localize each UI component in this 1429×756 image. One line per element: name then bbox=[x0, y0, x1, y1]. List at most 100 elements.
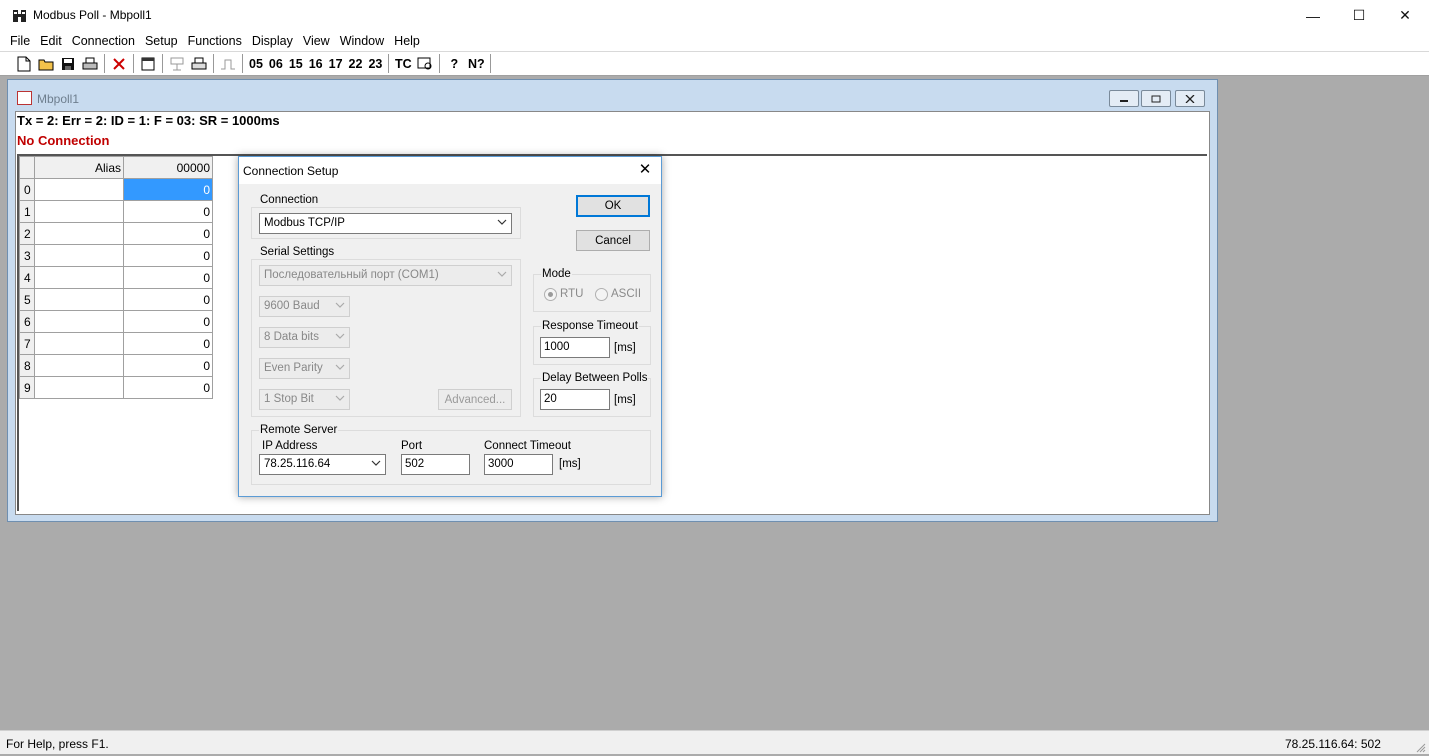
port-input[interactable]: 502 bbox=[401, 454, 470, 475]
monitor-icon[interactable] bbox=[414, 54, 436, 74]
child-close-button[interactable] bbox=[1175, 90, 1205, 107]
value-cell[interactable]: 0 bbox=[123, 288, 213, 311]
value-cell[interactable]: 0 bbox=[123, 376, 213, 399]
response-timeout-input[interactable]: 1000 bbox=[540, 337, 610, 358]
save-icon[interactable] bbox=[57, 54, 79, 74]
connection-type-select[interactable]: Modbus TCP/IP bbox=[259, 213, 512, 234]
menu-functions[interactable]: Functions bbox=[188, 34, 242, 48]
tc-button[interactable]: TC bbox=[392, 54, 414, 74]
resize-grip-icon[interactable] bbox=[1416, 742, 1426, 753]
value-cell[interactable]: 0 bbox=[123, 310, 213, 333]
parity-select[interactable]: Even Parity bbox=[259, 358, 350, 379]
data-bits-select[interactable]: 8 Data bits bbox=[259, 327, 350, 348]
function-22-button[interactable]: 22 bbox=[346, 57, 366, 71]
value-cell[interactable]: 0 bbox=[123, 354, 213, 377]
connection-status: No Connection bbox=[17, 133, 110, 148]
value-cell[interactable]: 0 bbox=[123, 332, 213, 355]
context-help-icon[interactable]: N? bbox=[465, 54, 487, 74]
table-row: 00 bbox=[19, 178, 213, 201]
toolbar-separator bbox=[162, 54, 163, 73]
value-cell[interactable]: 0 bbox=[123, 200, 213, 223]
mode-rtu-radio[interactable] bbox=[544, 288, 557, 301]
window-icon[interactable] bbox=[137, 54, 159, 74]
menu-edit[interactable]: Edit bbox=[40, 34, 62, 48]
new-document-icon[interactable] bbox=[13, 54, 35, 74]
advanced-button[interactable]: Advanced... bbox=[438, 389, 512, 410]
dialog-close-icon[interactable]: ✕ bbox=[635, 160, 655, 180]
status-address: 78.25.116.64: 502 bbox=[1285, 737, 1381, 751]
printer-connect-icon[interactable] bbox=[188, 54, 210, 74]
value-cell[interactable]: 0 bbox=[123, 266, 213, 289]
connect-timeout-unit: [ms] bbox=[559, 458, 581, 470]
mdi-client-area: Mbpoll1 Tx = 2: Err = 2: ID = 1: F = 03:… bbox=[0, 77, 1429, 730]
toolbar-separator bbox=[439, 54, 441, 73]
menu-view[interactable]: View bbox=[303, 34, 330, 48]
port-label: Port bbox=[401, 440, 423, 452]
menu-help[interactable]: Help bbox=[394, 34, 420, 48]
value-cell[interactable]: 0 bbox=[123, 178, 213, 201]
connection-group-label: Connection bbox=[259, 194, 320, 206]
chevron-down-icon bbox=[335, 393, 345, 403]
function-06-button[interactable]: 06 bbox=[266, 57, 286, 71]
print-icon[interactable] bbox=[79, 54, 101, 74]
child-restore-button[interactable] bbox=[1141, 90, 1171, 107]
connect-icon[interactable] bbox=[166, 54, 188, 74]
table-row: 40 bbox=[19, 266, 213, 289]
remote-server-label: Remote Server bbox=[259, 424, 339, 436]
menu-connection[interactable]: Connection bbox=[72, 34, 135, 48]
alias-cell[interactable] bbox=[34, 222, 124, 245]
title-bar: Modbus Poll - Mbpoll1 — ☐ ✕ bbox=[0, 0, 1429, 31]
alias-cell[interactable] bbox=[34, 310, 124, 333]
data-bits-value: 8 Data bits bbox=[264, 331, 319, 343]
delay-between-polls-input[interactable]: 20 bbox=[540, 389, 610, 410]
toolbar-separator bbox=[490, 54, 492, 73]
row-number: 4 bbox=[19, 266, 35, 289]
alias-cell[interactable] bbox=[34, 354, 124, 377]
value-cell[interactable]: 0 bbox=[123, 222, 213, 245]
child-minimize-button[interactable] bbox=[1109, 90, 1139, 107]
address-header[interactable]: 00000 bbox=[123, 156, 213, 179]
menu-setup[interactable]: Setup bbox=[145, 34, 178, 48]
alias-cell[interactable] bbox=[34, 200, 124, 223]
serial-port-select[interactable]: Последовательный порт (COM1) bbox=[259, 265, 512, 286]
mode-ascii-radio[interactable] bbox=[595, 288, 608, 301]
alias-header[interactable]: Alias bbox=[34, 156, 124, 179]
delay-between-polls-label: Delay Between Polls bbox=[541, 372, 649, 384]
function-15-button[interactable]: 15 bbox=[286, 57, 306, 71]
table-row: 30 bbox=[19, 244, 213, 267]
stop-bits-value: 1 Stop Bit bbox=[264, 393, 314, 405]
cancel-button[interactable]: Cancel bbox=[576, 230, 650, 251]
alias-cell[interactable] bbox=[34, 266, 124, 289]
alias-cell[interactable] bbox=[34, 288, 124, 311]
delete-icon[interactable] bbox=[108, 54, 130, 74]
baud-value: 9600 Baud bbox=[264, 300, 320, 312]
function-17-button[interactable]: 17 bbox=[326, 57, 346, 71]
pulse-icon[interactable] bbox=[217, 54, 239, 74]
alias-cell[interactable] bbox=[34, 244, 124, 267]
function-05-button[interactable]: 05 bbox=[246, 57, 266, 71]
stop-bits-select[interactable]: 1 Stop Bit bbox=[259, 389, 350, 410]
open-folder-icon[interactable] bbox=[35, 54, 57, 74]
close-button[interactable]: ✕ bbox=[1382, 0, 1428, 31]
mode-ascii-label: ASCII bbox=[611, 288, 642, 300]
connect-timeout-input[interactable]: 3000 bbox=[484, 454, 553, 475]
response-timeout-unit: [ms] bbox=[614, 342, 636, 354]
row-number: 1 bbox=[19, 200, 35, 223]
menu-file[interactable]: File bbox=[10, 34, 30, 48]
ip-address-combo[interactable]: 78.25.116.64 bbox=[259, 454, 386, 475]
minimize-button[interactable]: — bbox=[1290, 0, 1336, 31]
alias-cell[interactable] bbox=[34, 178, 124, 201]
function-23-button[interactable]: 23 bbox=[365, 57, 385, 71]
alias-cell[interactable] bbox=[34, 332, 124, 355]
baud-select[interactable]: 9600 Baud bbox=[259, 296, 350, 317]
value-cell[interactable]: 0 bbox=[123, 244, 213, 267]
menu-window[interactable]: Window bbox=[340, 34, 384, 48]
alias-cell[interactable] bbox=[34, 376, 124, 399]
document-icon bbox=[17, 91, 32, 105]
row-number: 5 bbox=[19, 288, 35, 311]
ok-button[interactable]: OK bbox=[576, 195, 650, 217]
menu-display[interactable]: Display bbox=[252, 34, 293, 48]
maximize-button[interactable]: ☐ bbox=[1336, 0, 1382, 31]
function-16-button[interactable]: 16 bbox=[306, 57, 326, 71]
help-icon[interactable]: ? bbox=[443, 54, 465, 74]
